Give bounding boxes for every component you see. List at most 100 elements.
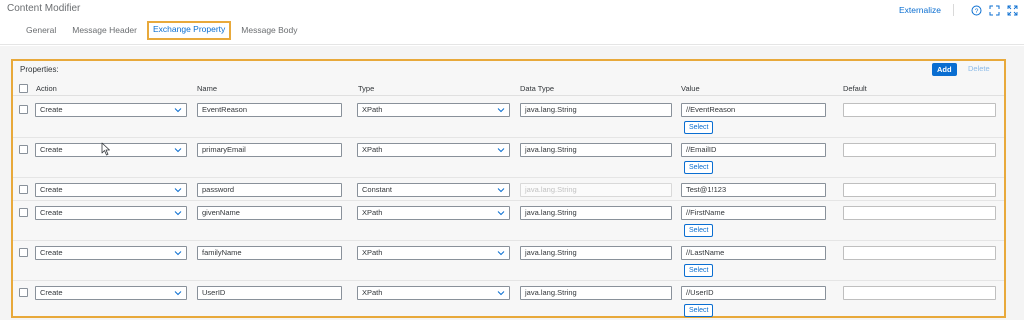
value-input[interactable]: //EmailID bbox=[681, 143, 826, 157]
table-row: Create password Constant java.lang.Strin… bbox=[13, 179, 1004, 201]
type-select[interactable]: Constant bbox=[357, 183, 510, 197]
value-select-button[interactable]: Select bbox=[684, 224, 714, 237]
action-select-value: Create bbox=[40, 105, 63, 114]
action-select[interactable]: Create bbox=[35, 246, 187, 260]
externalize-link[interactable]: Externalize bbox=[899, 5, 941, 15]
properties-panel: Properties: Add Delete Action Name Type … bbox=[11, 59, 1006, 318]
tab-content: Properties: Add Delete Action Name Type … bbox=[0, 46, 1024, 320]
table-row: Create primaryEmail XPath java.lang.Stri… bbox=[13, 139, 1004, 178]
column-header-type: Type bbox=[358, 84, 375, 93]
value-input[interactable]: //FirstName bbox=[681, 206, 826, 220]
type-select[interactable]: XPath bbox=[357, 143, 510, 157]
action-select[interactable]: Create bbox=[35, 183, 187, 197]
action-select[interactable]: Create bbox=[35, 286, 187, 300]
default-input[interactable] bbox=[843, 143, 996, 157]
type-select[interactable]: XPath bbox=[357, 246, 510, 260]
type-select[interactable]: XPath bbox=[357, 206, 510, 220]
chevron-down-icon bbox=[497, 148, 505, 153]
data-type-input[interactable]: java.lang.String bbox=[520, 143, 672, 157]
chevron-down-icon bbox=[497, 211, 505, 216]
chevron-down-icon bbox=[497, 251, 505, 256]
data-type-input[interactable]: java.lang.String bbox=[520, 246, 672, 260]
header-divider bbox=[953, 4, 954, 16]
type-select-value: XPath bbox=[362, 248, 383, 257]
type-select-value: XPath bbox=[362, 288, 383, 297]
default-input[interactable] bbox=[843, 246, 996, 260]
column-header-data-type: Data Type bbox=[520, 84, 555, 93]
help-icon[interactable]: ? bbox=[970, 4, 982, 16]
name-input[interactable]: familyName bbox=[197, 246, 342, 260]
tab-bar: General Message Header Exchange Property… bbox=[26, 21, 314, 42]
data-type-input[interactable]: java.lang.String bbox=[520, 103, 672, 117]
properties-label: Properties: bbox=[20, 65, 59, 74]
table-row: Create givenName XPath java.lang.String … bbox=[13, 202, 1004, 241]
row-checkbox[interactable] bbox=[19, 288, 28, 297]
action-select-value: Create bbox=[40, 208, 63, 217]
svg-text:?: ? bbox=[974, 8, 978, 15]
column-header-action: Action bbox=[36, 84, 57, 93]
chevron-down-icon bbox=[497, 291, 505, 296]
delete-button[interactable]: Delete bbox=[968, 64, 990, 73]
table-row: Create EventReason XPath java.lang.Strin… bbox=[13, 99, 1004, 138]
column-header-default: Default bbox=[843, 84, 867, 93]
action-select-value: Create bbox=[40, 248, 63, 257]
name-input[interactable]: givenName bbox=[197, 206, 342, 220]
type-select[interactable]: XPath bbox=[357, 103, 510, 117]
name-input[interactable]: UserID bbox=[197, 286, 342, 300]
table-row: Create UserID XPath java.lang.String //U… bbox=[13, 282, 1004, 318]
expand-icon[interactable] bbox=[988, 4, 1000, 16]
tab-exchange-property[interactable]: Exchange Property bbox=[146, 21, 232, 40]
mouse-cursor-icon bbox=[101, 142, 110, 156]
tab-message-body[interactable]: Message Body bbox=[241, 23, 297, 39]
value-select-button[interactable]: Select bbox=[684, 264, 714, 277]
chevron-down-icon bbox=[174, 291, 182, 296]
value-select-button[interactable]: Select bbox=[684, 304, 714, 317]
content-modifier-header: Content Modifier Externalize ? General M… bbox=[0, 0, 1024, 45]
name-input[interactable]: password bbox=[197, 183, 342, 197]
select-all-checkbox[interactable] bbox=[19, 84, 28, 93]
value-select-button[interactable]: Select bbox=[684, 161, 714, 174]
add-button[interactable]: Add bbox=[932, 63, 957, 76]
action-select-value: Create bbox=[40, 145, 63, 154]
data-type-input[interactable]: java.lang.String bbox=[520, 206, 672, 220]
page-title: Content Modifier bbox=[7, 3, 81, 14]
value-input[interactable]: //UserID bbox=[681, 286, 826, 300]
action-select[interactable]: Create bbox=[35, 143, 187, 157]
chevron-down-icon bbox=[174, 211, 182, 216]
tab-message-header[interactable]: Message Header bbox=[72, 23, 137, 39]
action-select[interactable]: Create bbox=[35, 103, 187, 117]
tab-general[interactable]: General bbox=[26, 23, 56, 39]
action-select[interactable]: Create bbox=[35, 206, 187, 220]
chevron-down-icon bbox=[174, 188, 182, 193]
row-checkbox[interactable] bbox=[19, 248, 28, 257]
data-type-input[interactable]: java.lang.String bbox=[520, 286, 672, 300]
action-select-value: Create bbox=[40, 185, 63, 194]
column-header-name: Name bbox=[197, 84, 218, 93]
table-header: Action Name Type Data Type Value Default bbox=[13, 82, 1004, 96]
type-select[interactable]: XPath bbox=[357, 286, 510, 300]
row-checkbox[interactable] bbox=[19, 208, 28, 217]
row-checkbox[interactable] bbox=[19, 185, 28, 194]
value-input[interactable]: //EventReason bbox=[681, 103, 826, 117]
value-select-button[interactable]: Select bbox=[684, 121, 714, 134]
chevron-down-icon bbox=[174, 108, 182, 113]
value-input[interactable]: //LastName bbox=[681, 246, 826, 260]
value-input[interactable]: Test@1!123 bbox=[681, 183, 826, 197]
fullscreen-icon[interactable] bbox=[1006, 4, 1018, 16]
default-input[interactable] bbox=[843, 103, 996, 117]
name-input[interactable]: primaryEmail bbox=[197, 143, 342, 157]
type-select-value: Constant bbox=[362, 185, 393, 194]
default-input[interactable] bbox=[843, 206, 996, 220]
type-select-value: XPath bbox=[362, 208, 383, 217]
chevron-down-icon bbox=[174, 148, 182, 153]
name-input[interactable]: EventReason bbox=[197, 103, 342, 117]
column-header-value: Value bbox=[681, 84, 700, 93]
table-row: Create familyName XPath java.lang.String… bbox=[13, 242, 1004, 281]
row-checkbox[interactable] bbox=[19, 105, 28, 114]
row-checkbox[interactable] bbox=[19, 145, 28, 154]
type-select-value: XPath bbox=[362, 145, 383, 154]
default-input[interactable] bbox=[843, 183, 996, 197]
chevron-down-icon bbox=[497, 108, 505, 113]
default-input[interactable] bbox=[843, 286, 996, 300]
header-actions: Externalize ? bbox=[899, 4, 1018, 16]
